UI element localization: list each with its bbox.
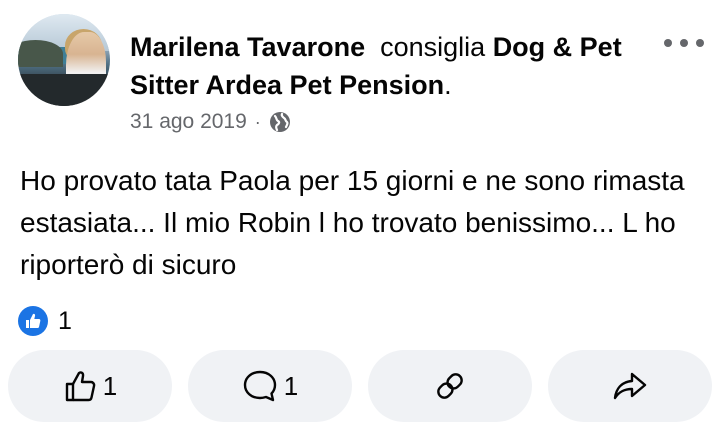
post-text: Ho provato tata Paola per 15 giorni e ne…	[20, 165, 685, 280]
author-avatar[interactable]	[18, 14, 110, 106]
header-period: .	[444, 70, 452, 100]
meta-separator: ·	[254, 111, 261, 132]
comment-count: 1	[283, 370, 299, 401]
more-options-button[interactable]	[664, 31, 704, 55]
reaction-count: 1	[58, 306, 72, 335]
action-bar: 1 1	[8, 350, 712, 422]
share-button[interactable]	[548, 350, 712, 422]
thumbs-up-icon	[65, 371, 96, 402]
post-header: Marilena Tavarone consiglia Dog & Pet Si…	[130, 28, 630, 104]
post-date[interactable]: 31 ago 2019	[130, 110, 247, 134]
reaction-summary[interactable]: 1	[18, 306, 72, 336]
like-count: 1	[102, 370, 118, 401]
like-reaction-icon	[18, 306, 48, 336]
more-dot	[664, 39, 672, 47]
recommends-verb: consiglia	[380, 32, 486, 62]
more-dot	[696, 39, 704, 47]
author-name[interactable]: Marilena Tavarone	[130, 32, 365, 62]
like-button[interactable]: 1	[8, 350, 172, 422]
more-dot	[680, 39, 688, 47]
comment-button[interactable]: 1	[188, 350, 352, 422]
share-arrow-icon	[613, 372, 647, 400]
copy-link-button[interactable]	[368, 350, 532, 422]
globe-icon[interactable]	[269, 111, 291, 133]
link-icon	[437, 373, 463, 399]
post-meta: 31 ago 2019 ·	[130, 110, 291, 134]
comment-icon	[243, 370, 276, 402]
